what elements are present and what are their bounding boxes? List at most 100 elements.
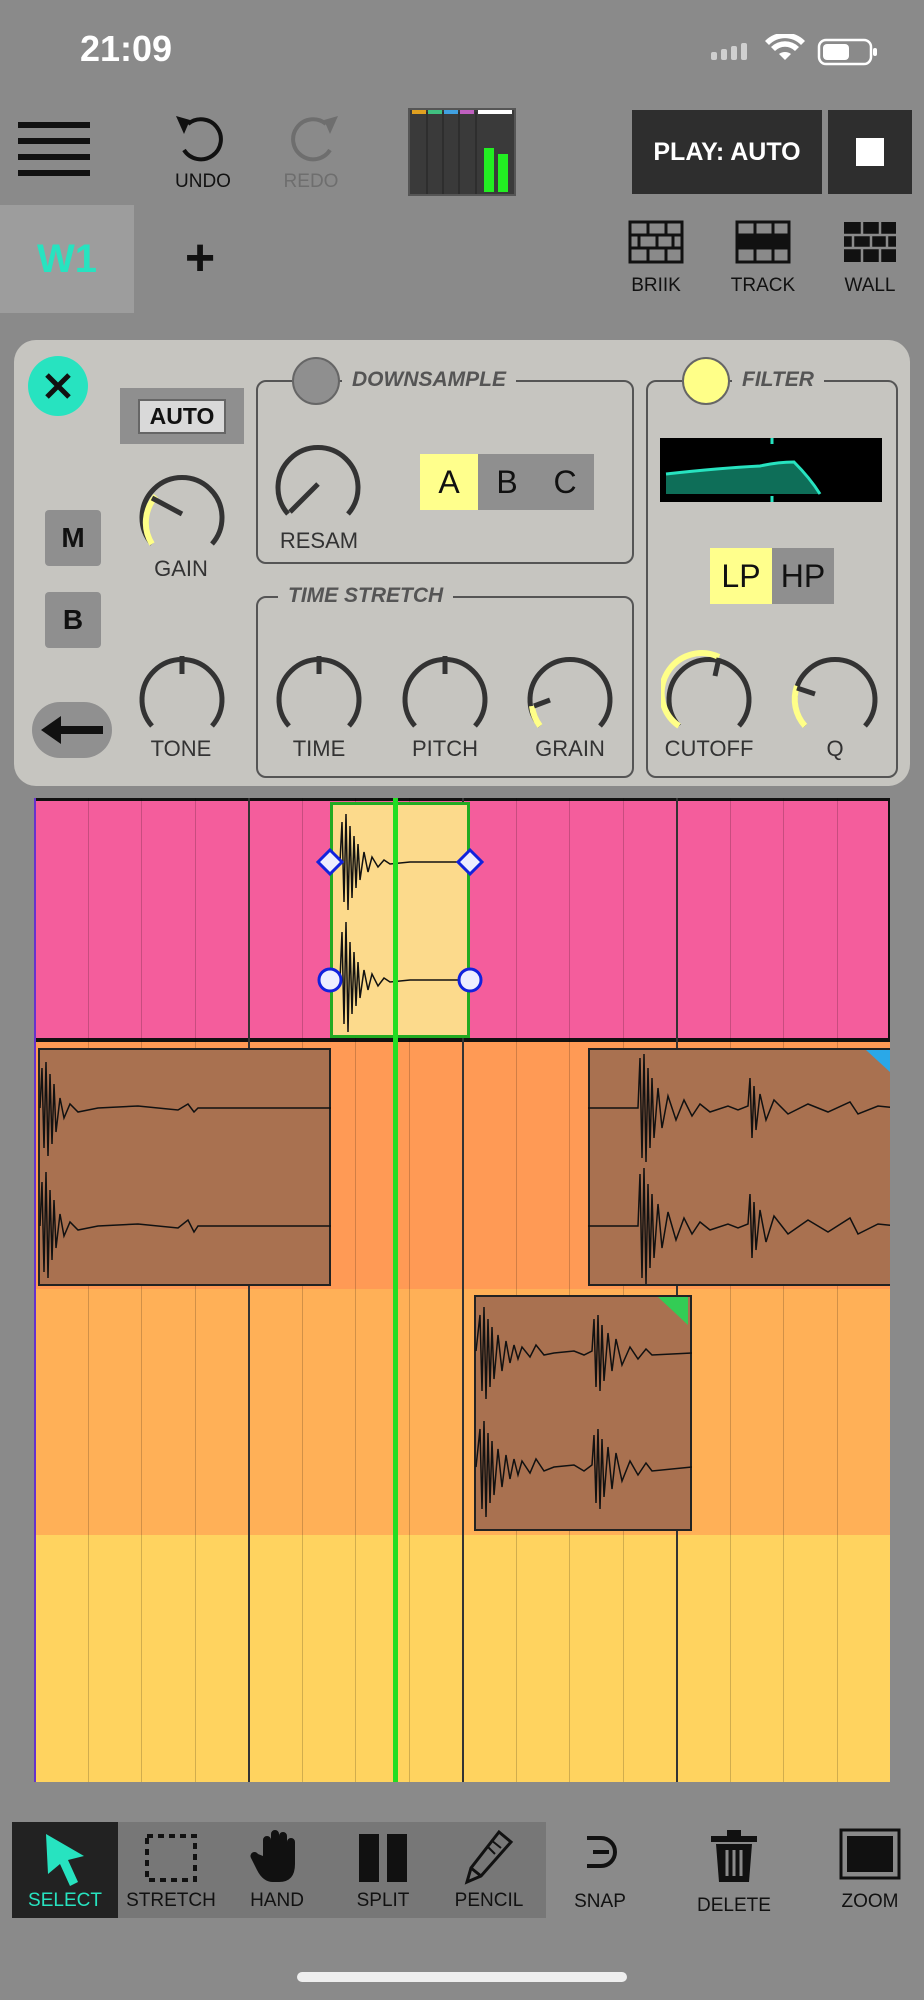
hand-icon: [250, 1830, 295, 1882]
audio-clip-waveform: [475, 1306, 692, 1518]
mode-a-button[interactable]: A: [420, 454, 478, 510]
clip-marker-icon: [866, 1050, 890, 1072]
back-arrow-icon: [41, 716, 103, 744]
view-track-button[interactable]: TRACK: [718, 220, 808, 297]
resam-label: RESAM: [279, 528, 359, 553]
time-knob[interactable]: [271, 648, 367, 744]
brick-icon: [735, 220, 791, 264]
mute-button[interactable]: M: [45, 510, 101, 566]
grid-line: [195, 798, 196, 1782]
tone-label: TONE: [150, 736, 212, 761]
view-briik-button[interactable]: BRIIK: [611, 220, 701, 297]
track-area[interactable]: [34, 798, 890, 1782]
downsample-title: DOWNSAMPLE: [342, 368, 516, 392]
tool-stretch-label: STRETCH: [126, 1890, 216, 1911]
grid-line: [569, 798, 570, 1782]
filter-title: FILTER: [732, 368, 824, 392]
view-wall-label: WALL: [844, 275, 896, 296]
grid-line: [676, 798, 678, 1782]
redo-label: REDO: [283, 171, 339, 192]
stretch-icon: [145, 1834, 197, 1882]
view-wall-button[interactable]: WALL: [825, 220, 915, 297]
tool-stretch-button[interactable]: STRETCH: [118, 1822, 224, 1918]
grain-label: GRAIN: [535, 736, 605, 761]
trash-icon: [711, 1830, 757, 1882]
q-knob[interactable]: [787, 648, 883, 744]
grid-line: [248, 798, 250, 1782]
tone-knob[interactable]: [134, 648, 230, 744]
view-track-label: TRACK: [730, 275, 796, 296]
resam-knob[interactable]: [270, 436, 366, 532]
brick-icon: [628, 220, 684, 264]
auto-label: AUTO: [137, 398, 227, 434]
tool-select-label: SELECT: [28, 1890, 102, 1911]
tool-hand-button[interactable]: HAND: [224, 1822, 330, 1918]
level-meter-icon: [408, 108, 516, 196]
auto-button[interactable]: AUTO: [120, 388, 244, 444]
cutoff-label: CUTOFF: [664, 736, 754, 761]
back-button[interactable]: [32, 702, 112, 758]
menu-icon[interactable]: [0, 112, 110, 188]
delete-label: DELETE: [697, 1895, 771, 1916]
filter-curve-display[interactable]: [660, 438, 882, 502]
q-label: Q: [826, 736, 844, 761]
b-button[interactable]: B: [45, 592, 101, 648]
clip-marker-icon: [658, 1297, 688, 1325]
tool-select-button[interactable]: SELECT: [12, 1822, 118, 1918]
brick-icon: [844, 222, 896, 262]
tool-pencil-label: PENCIL: [454, 1890, 524, 1911]
pencil-icon: [464, 1829, 514, 1885]
redo-button[interactable]: REDO: [268, 110, 354, 202]
snap-button[interactable]: SNAP: [545, 1828, 655, 1913]
redo-icon: [291, 116, 338, 162]
status-time: 21:09: [80, 28, 173, 69]
grid-line: [837, 798, 838, 1782]
downsample-toggle[interactable]: [292, 357, 340, 405]
play-mode-button[interactable]: PLAY: AUTO: [632, 110, 822, 194]
grid-line: [783, 798, 784, 1782]
close-icon: [45, 373, 71, 399]
stop-icon: [856, 138, 884, 166]
gain-knob[interactable]: [134, 466, 230, 562]
zoom-button[interactable]: ZOOM: [815, 1828, 924, 1913]
tool-split-button[interactable]: SPLIT: [330, 1822, 436, 1918]
audio-clip-waveform: [39, 1061, 331, 1279]
grid-line: [302, 798, 303, 1782]
add-tab-button[interactable]: +: [170, 222, 230, 294]
selection-handles[interactable]: [310, 802, 510, 1038]
filter-toggle[interactable]: [682, 357, 730, 405]
tool-pencil-button[interactable]: PENCIL: [436, 1822, 542, 1918]
mode-c-button[interactable]: C: [536, 454, 594, 510]
audio-clip-waveform: [588, 1053, 890, 1285]
track-left-edge: [34, 798, 36, 1782]
cutoff-knob[interactable]: [661, 648, 757, 744]
mode-b-button[interactable]: B: [478, 454, 536, 510]
snap-label: SNAP: [574, 1891, 626, 1912]
undo-icon: [176, 116, 223, 162]
time-label: TIME: [292, 736, 346, 761]
pitch-label: PITCH: [412, 736, 478, 761]
time-stretch-title: TIME STRETCH: [278, 584, 454, 608]
delete-button[interactable]: DELETE: [679, 1828, 789, 1917]
close-panel-button[interactable]: [28, 356, 88, 416]
tool-split-label: SPLIT: [356, 1890, 410, 1911]
undo-button[interactable]: UNDO: [160, 110, 246, 202]
view-briik-label: BRIIK: [631, 275, 681, 296]
gain-label: GAIN: [154, 556, 208, 581]
tab-w1[interactable]: W1: [0, 205, 134, 313]
select-arrow-icon: [46, 1834, 84, 1886]
lp-button[interactable]: LP: [710, 548, 772, 604]
grid-line: [516, 798, 517, 1782]
tool-hand-label: HAND: [250, 1890, 304, 1911]
snap-icon: [587, 1836, 617, 1868]
zoom-label: ZOOM: [841, 1891, 899, 1912]
stop-button[interactable]: [828, 110, 912, 194]
home-indicator: [297, 1972, 627, 1982]
hp-button[interactable]: HP: [772, 548, 834, 604]
split-icon: [359, 1834, 407, 1882]
zoom-icon: [839, 1828, 901, 1880]
grain-knob[interactable]: [522, 648, 618, 744]
playhead[interactable]: [393, 798, 398, 1782]
pitch-knob[interactable]: [397, 648, 493, 744]
grid-line: [141, 798, 142, 1782]
